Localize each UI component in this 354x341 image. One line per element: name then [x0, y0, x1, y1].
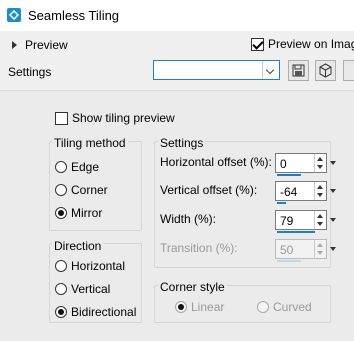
spin-up-icon: [317, 185, 323, 189]
slider-popup-icon[interactable]: [330, 184, 336, 198]
radio-bidirectional-label: Bidirectional: [71, 305, 137, 319]
radio-icon: [55, 184, 67, 196]
width-slider[interactable]: [277, 231, 315, 233]
tiling-method-title: Tiling method: [52, 136, 128, 150]
radio-mirror-label: Mirror: [71, 206, 103, 220]
transition-field[interactable]: 50: [275, 239, 336, 262]
radio-icon: [55, 283, 67, 295]
radio-bidirectional[interactable]: Bidirectional: [55, 305, 136, 319]
transition-slider[interactable]: [277, 260, 301, 262]
radio-icon: [55, 260, 67, 272]
show-tiling-preview-label: Show tiling preview: [72, 111, 175, 125]
radio-corner-label: Corner: [71, 183, 108, 197]
width-field[interactable]: 79: [275, 210, 336, 233]
radio-horizontal-label: Horizontal: [71, 259, 126, 273]
radio-vertical-label: Vertical: [71, 282, 111, 296]
transition-label: Transition (%):: [160, 241, 238, 255]
radio-corner[interactable]: Corner: [55, 183, 108, 197]
settings-group-title: Settings: [158, 136, 206, 150]
save-preset-button[interactable]: [288, 60, 309, 81]
checkbox-checked-icon: [251, 38, 264, 51]
transition-value: 50: [280, 243, 294, 257]
width-label: Width (%):: [160, 212, 217, 226]
spinner-buttons[interactable]: [314, 182, 326, 200]
preset-dropdown[interactable]: [153, 60, 280, 80]
radio-linear[interactable]: Linear: [175, 300, 224, 314]
vertical-offset-slider[interactable]: [277, 202, 286, 204]
radio-vertical[interactable]: Vertical: [55, 282, 110, 296]
dice-cube-icon: [319, 63, 332, 78]
radio-edge[interactable]: Edge: [55, 160, 99, 174]
spin-down-icon: [317, 165, 323, 169]
vertical-offset-value: -64: [280, 185, 298, 199]
spinner-buttons[interactable]: [314, 154, 326, 172]
radio-mirror[interactable]: Mirror: [55, 206, 102, 220]
spin-up-icon: [317, 243, 323, 247]
checkbox-unchecked-icon: [55, 112, 68, 125]
horizontal-offset-label: Horizontal offset (%):: [160, 155, 272, 169]
horizontal-offset-slider[interactable]: [277, 174, 301, 176]
chevron-down-icon: [262, 61, 279, 79]
width-value: 79: [280, 214, 294, 228]
radio-selected-icon: [55, 306, 67, 318]
preview-label: Preview: [25, 38, 68, 52]
preview-on-image-label: Preview on Image: [268, 37, 354, 51]
radio-curved-label: Curved: [273, 300, 312, 314]
expand-arrow-icon: [12, 41, 17, 49]
horizontal-offset-value: 0: [280, 157, 287, 171]
radio-selected-icon: [175, 301, 187, 313]
preview-expander[interactable]: Preview: [12, 38, 68, 52]
randomize-button[interactable]: [315, 60, 336, 81]
slider-popup-icon[interactable]: [330, 242, 336, 256]
vertical-offset-field[interactable]: -64: [275, 181, 336, 204]
settings-preset-label: Settings: [8, 65, 52, 79]
radio-linear-label: Linear: [191, 300, 225, 314]
radio-horizontal[interactable]: Horizontal: [55, 259, 125, 273]
radio-selected-icon: [55, 207, 67, 219]
spin-down-icon: [317, 251, 323, 255]
spin-up-icon: [317, 157, 323, 161]
preview-on-image-checkbox[interactable]: Preview on Image: [251, 37, 354, 51]
radio-curved[interactable]: Curved: [257, 300, 312, 314]
toolbar-extra-button[interactable]: [343, 60, 354, 81]
window-title: Seamless Tiling: [28, 8, 120, 23]
spin-down-icon: [317, 193, 323, 197]
slider-popup-icon[interactable]: [330, 156, 336, 170]
floppy-disk-icon: [292, 64, 305, 77]
corner-style-title: Corner style: [158, 280, 227, 294]
spinner-buttons[interactable]: [314, 211, 326, 229]
radio-edge-label: Edge: [71, 160, 100, 174]
spin-down-icon: [317, 222, 323, 226]
tiling-app-icon: [7, 8, 21, 22]
spinner-buttons[interactable]: [314, 240, 326, 258]
spin-up-icon: [317, 214, 323, 218]
radio-icon: [257, 301, 269, 313]
radio-icon: [55, 161, 67, 173]
slider-popup-icon[interactable]: [330, 213, 336, 227]
vertical-offset-label: Vertical offset (%):: [160, 183, 258, 197]
show-tiling-preview-checkbox[interactable]: Show tiling preview: [55, 111, 175, 125]
direction-title: Direction: [52, 239, 104, 253]
horizontal-offset-field[interactable]: 0: [275, 153, 336, 176]
